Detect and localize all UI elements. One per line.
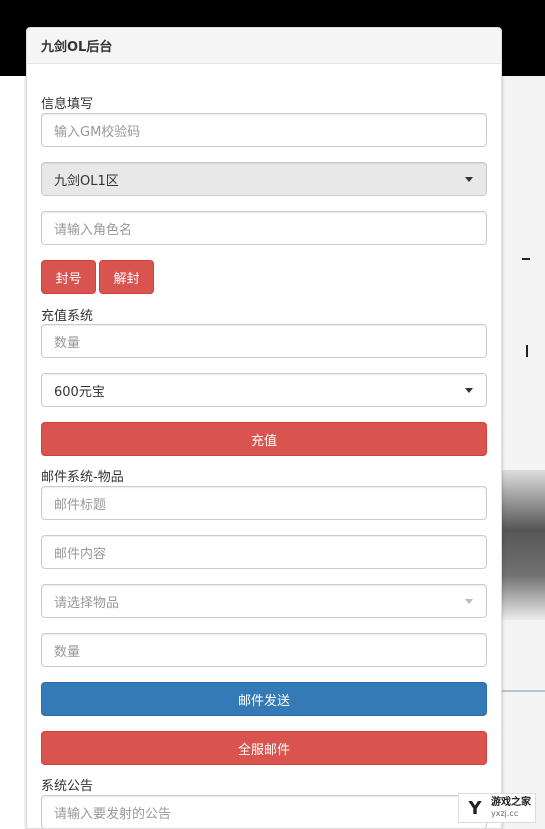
server-select-value: 九剑OL1区 xyxy=(54,173,119,189)
recharge-amount-input[interactable]: 数量 xyxy=(41,324,487,358)
recharge-button[interactable]: 充值 xyxy=(41,422,487,456)
notice-input[interactable]: 请输入要发射的公告 xyxy=(41,795,487,828)
mail-item-amount-placeholder: 数量 xyxy=(54,644,81,660)
mail-item-select[interactable]: 请选择物品 xyxy=(41,584,487,618)
info-section-label: 信息填写 xyxy=(41,97,94,112)
notice-section-label: 系统公告 xyxy=(41,779,94,794)
mail-title-input[interactable]: 邮件标题 xyxy=(41,486,487,520)
admin-panel: 九剑OL后台 信息填写 输入GM校验码 九剑OL1区 请输入角色名 封号 解封 … xyxy=(26,27,502,829)
gm-code-input[interactable]: 输入GM校验码 xyxy=(41,113,487,147)
recharge-section-label: 充值系统 xyxy=(41,309,94,324)
send-all-mail-button-label: 全服邮件 xyxy=(237,742,290,758)
mail-item-placeholder: 请选择物品 xyxy=(54,595,120,611)
ban-button[interactable]: 封号 xyxy=(41,260,96,294)
server-select[interactable]: 九剑OL1区 xyxy=(41,162,487,196)
role-name-placeholder: 请输入角色名 xyxy=(54,222,133,238)
mail-section-label: 邮件系统-物品 xyxy=(41,470,124,485)
background-artwork xyxy=(499,470,545,620)
recharge-amount-placeholder: 数量 xyxy=(54,335,81,351)
role-name-input[interactable]: 请输入角色名 xyxy=(41,211,487,245)
ban-button-label: 封号 xyxy=(55,271,82,287)
send-mail-button[interactable]: 邮件发送 xyxy=(41,682,487,716)
panel-title: 九剑OL后台 xyxy=(41,40,113,55)
site-watermark: Y 游戏之家 yxzj.cc xyxy=(458,793,536,823)
chevron-down-icon xyxy=(465,599,473,604)
send-all-mail-button[interactable]: 全服邮件 xyxy=(41,731,487,765)
recharge-button-label: 充值 xyxy=(250,433,277,449)
watermark-title: 游戏之家 xyxy=(491,797,531,808)
mail-title-placeholder: 邮件标题 xyxy=(54,497,107,513)
recharge-package-select[interactable]: 600元宝 xyxy=(41,373,487,407)
mail-content-input[interactable]: 邮件内容 xyxy=(41,535,487,569)
background-line xyxy=(501,690,545,698)
background-mark xyxy=(526,345,528,357)
recharge-package-value: 600元宝 xyxy=(54,384,105,400)
mail-item-amount-input[interactable]: 数量 xyxy=(41,633,487,667)
gm-code-placeholder: 输入GM校验码 xyxy=(54,124,141,140)
unban-button-label: 解封 xyxy=(113,271,140,287)
watermark-url: yxzj.cc xyxy=(491,809,519,818)
watermark-text: 游戏之家 yxzj.cc xyxy=(491,797,531,819)
panel-heading: 九剑OL后台 xyxy=(27,28,501,64)
notice-placeholder: 请输入要发射的公告 xyxy=(54,806,172,822)
background-right-strip xyxy=(500,76,545,829)
send-mail-button-label: 邮件发送 xyxy=(237,693,290,709)
chevron-down-icon xyxy=(465,177,473,182)
watermark-logo-icon: Y xyxy=(468,797,482,819)
chevron-down-icon xyxy=(465,388,473,393)
mail-content-placeholder: 邮件内容 xyxy=(54,546,107,562)
background-mark xyxy=(522,258,530,260)
unban-button[interactable]: 解封 xyxy=(99,260,154,294)
